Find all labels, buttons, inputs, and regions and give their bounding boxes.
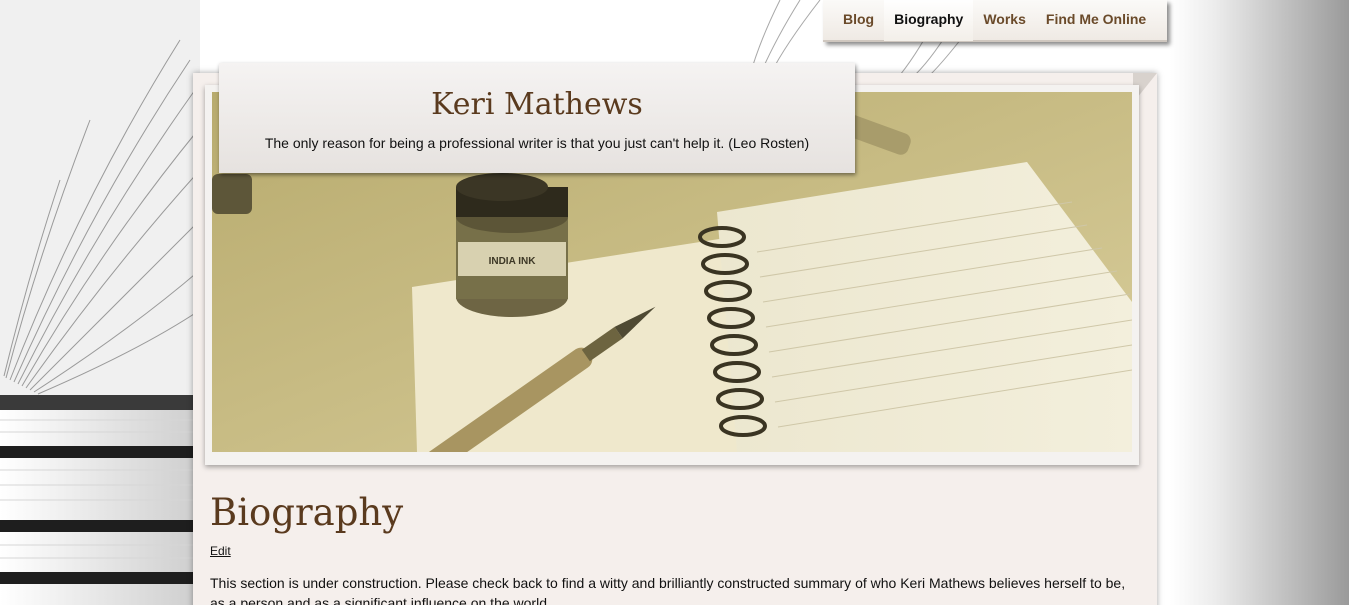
nav-item-biography[interactable]: Biography (884, 0, 974, 41)
biography-text: This section is under construction. Plea… (210, 575, 1126, 605)
nav-item-blog[interactable]: Blog (833, 0, 884, 41)
nav-item-works[interactable]: Works (973, 0, 1036, 41)
edit-link[interactable]: Edit (210, 544, 231, 558)
main-nav: Blog Biography Works Find Me Online (823, 0, 1167, 42)
site-tagline: The only reason for being a professional… (264, 135, 810, 151)
site-header: Keri Mathews The only reason for being a… (219, 63, 855, 173)
ink-bottle-label: INDIA INK (489, 256, 537, 267)
books-background-image (0, 0, 200, 605)
page-title: Biography (210, 491, 404, 534)
nav-item-find-me-online[interactable]: Find Me Online (1036, 0, 1156, 41)
site-title[interactable]: Keri Mathews (219, 87, 855, 123)
